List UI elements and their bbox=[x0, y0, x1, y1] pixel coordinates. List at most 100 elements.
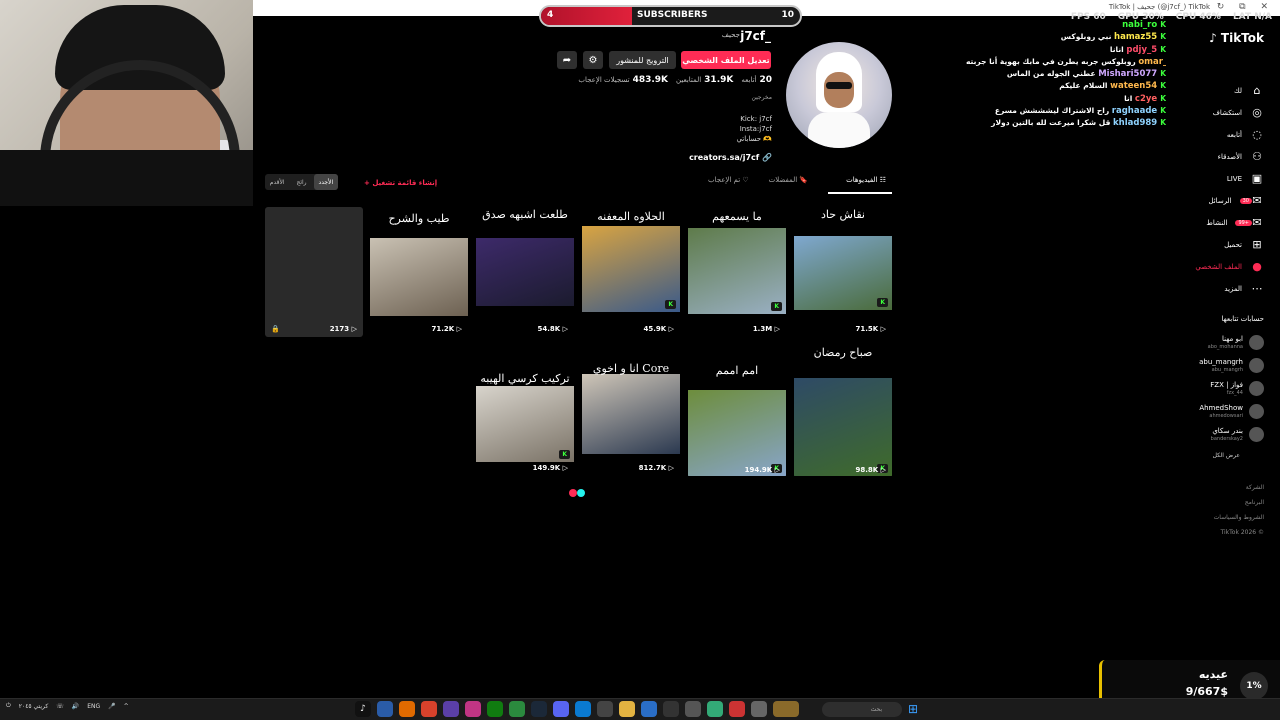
edit-profile-button[interactable]: تعديل الملف الشخصي bbox=[681, 51, 771, 69]
video-thumbnail bbox=[582, 374, 680, 454]
discord-icon[interactable] bbox=[553, 701, 569, 717]
avatar-glasses bbox=[826, 82, 852, 89]
tab-videos[interactable]: ☷ الفيديوهات bbox=[828, 176, 892, 194]
sidebar-item[interactable]: لك ⌂ bbox=[1154, 80, 1264, 102]
following-count[interactable]: 20أتابعه bbox=[741, 75, 772, 85]
phone-icon[interactable]: ☏ bbox=[56, 703, 64, 710]
tiktok-logo[interactable]: ♪ TikTok bbox=[1209, 31, 1264, 45]
sidebar-item[interactable]: النشاط 99+ ✉ bbox=[1154, 212, 1264, 234]
chevron-up-icon[interactable]: ^ bbox=[124, 703, 129, 710]
following-account[interactable]: بندر سكاي banderskay2 bbox=[1154, 423, 1264, 446]
chat-text: قل شكرا ميرعت لله بالتين دولار bbox=[991, 118, 1113, 128]
tab-favorites[interactable]: 🔖 المفضلات bbox=[769, 176, 808, 194]
video-caption: صباح رمضان bbox=[813, 346, 873, 359]
mic-icon[interactable]: 🎤 bbox=[108, 703, 115, 710]
account-name: AhmedShow bbox=[1199, 403, 1243, 412]
lock-icon: 🔒 bbox=[271, 325, 280, 333]
see-all-link[interactable]: عرض الكل bbox=[1213, 452, 1240, 459]
video-card[interactable]: تركيب كرسي الهيبه K 149.9K ▷ bbox=[476, 372, 574, 476]
obs-icon[interactable] bbox=[663, 701, 679, 717]
chat-text: السلام عليكم bbox=[1059, 81, 1111, 91]
language-indicator[interactable]: ENG bbox=[87, 703, 100, 710]
taskbar-search-input[interactable]: بحث bbox=[822, 702, 902, 717]
video-card[interactable]: ما يسمعهم K 1.3M ▷ bbox=[688, 210, 786, 337]
video-caption: نقاش حاد bbox=[821, 208, 865, 221]
video-caption: امم اممم bbox=[715, 364, 759, 377]
sidebar-item[interactable]: الأصدقاء ⚇ bbox=[1154, 146, 1264, 168]
sidebar-item[interactable]: تحميل ⊞ bbox=[1154, 234, 1264, 256]
sidebar-icon: ✉ bbox=[1252, 194, 1262, 207]
video-card[interactable]: الحلاوه المعفنه K 45.9K ▷ bbox=[582, 210, 680, 337]
following-title: حسابات تتابعها bbox=[1221, 315, 1264, 323]
sidebar-item[interactable]: LIVE ▣ bbox=[1154, 168, 1264, 190]
chat-username: omar_92777 bbox=[1138, 56, 1166, 67]
sort-popular[interactable]: رائج bbox=[289, 174, 313, 190]
video-caption: انا و اخوي Core bbox=[592, 362, 670, 375]
profile-display-name: جحيف bbox=[721, 31, 740, 39]
windows-start-icon[interactable]: ⊞ bbox=[908, 702, 922, 716]
settings-gear-icon[interactable]: ⚙ bbox=[583, 51, 603, 69]
promote-post-button[interactable]: الترويج للمنشور bbox=[609, 51, 676, 69]
chrome-icon[interactable] bbox=[421, 701, 437, 717]
sidebar-item[interactable]: أتابعه ◌ bbox=[1154, 124, 1264, 146]
xbox-icon[interactable] bbox=[487, 701, 503, 717]
video-card[interactable]: امم اممم K 194.9K ▷ bbox=[688, 364, 786, 478]
video-card[interactable]: انا و اخوي Core 812.7K ▷ bbox=[582, 362, 680, 476]
sidebar-item[interactable]: الملف الشخصي ● bbox=[1154, 256, 1264, 278]
volume-icon[interactable]: 🔊 bbox=[72, 703, 79, 710]
steam-icon[interactable] bbox=[531, 701, 547, 717]
following-account[interactable]: FZX | فواز fzx_44 bbox=[1154, 377, 1264, 400]
app-icon[interactable] bbox=[509, 701, 525, 717]
following-account[interactable]: abu_mangrh abu_mangrh bbox=[1154, 354, 1264, 377]
video-card[interactable]: طلعت اشبهه صدق 54.8K ▷ bbox=[476, 208, 574, 337]
donation-title: عيديه bbox=[1198, 668, 1228, 681]
video-views: 54.8K ▷ bbox=[537, 325, 568, 333]
profile-avatar[interactable] bbox=[786, 42, 892, 148]
folder-icon[interactable] bbox=[619, 701, 635, 717]
video-card[interactable]: صباح رمضان K 98.8K ▷ bbox=[794, 346, 892, 478]
create-playlist-button[interactable]: + إنشاء قائمة تشغيل bbox=[364, 179, 437, 187]
share-icon[interactable]: ➦ bbox=[557, 51, 577, 69]
video-card[interactable]: 🔒 2173 ▷ bbox=[265, 207, 363, 337]
edge-icon[interactable] bbox=[575, 701, 591, 717]
tiktok-app-icon[interactable]: ♪ bbox=[355, 701, 371, 717]
mail-icon[interactable] bbox=[641, 701, 657, 717]
power-icon[interactable]: ⏻ bbox=[6, 702, 11, 710]
video-card[interactable]: طيب والشرح 71.2K ▷ bbox=[370, 212, 468, 337]
footer-link[interactable]: الشركة bbox=[1214, 480, 1264, 495]
tab-liked[interactable]: ♡ تم الإعجاب bbox=[708, 176, 749, 194]
window-controls-icon[interactable]: ↻ ⧉ ✕ bbox=[1217, 2, 1274, 12]
footer-link[interactable]: البرنامج bbox=[1214, 495, 1264, 510]
app-icon[interactable] bbox=[443, 701, 459, 717]
footer-link[interactable]: الشروط والسياسات bbox=[1214, 510, 1264, 525]
app-icon[interactable] bbox=[597, 701, 613, 717]
chat-username: khlad989 bbox=[1113, 118, 1158, 129]
instagram-icon[interactable] bbox=[465, 701, 481, 717]
app-icon[interactable] bbox=[751, 701, 767, 717]
sort-newest[interactable]: الأجدد bbox=[313, 174, 338, 190]
chat-username: nabi_ro bbox=[1122, 20, 1158, 30]
profile-link[interactable]: creators.sa/j7cf 🔗 bbox=[689, 153, 772, 162]
sidebar-item[interactable]: الرسائل 30 ✉ bbox=[1154, 190, 1264, 212]
chat-text: نبي روبلوكس bbox=[1060, 32, 1115, 42]
video-caption: الحلاوه المعفنه bbox=[597, 210, 665, 223]
app-icon[interactable] bbox=[685, 701, 701, 717]
firefox-icon[interactable] bbox=[399, 701, 415, 717]
sort-oldest[interactable]: الأقدم bbox=[265, 174, 289, 190]
sidebar-item[interactable]: المزيد ⋯ bbox=[1154, 278, 1264, 300]
chat-message: nabi_ro K bbox=[966, 19, 1166, 31]
chat-text: انانا bbox=[1109, 44, 1127, 54]
followers-count[interactable]: 31.9Kالمتابعين bbox=[676, 75, 733, 85]
clock[interactable]: كريتي ٢٠٤٥ bbox=[19, 703, 48, 710]
following-account[interactable]: AhmedShow ahmedowsari bbox=[1154, 400, 1264, 423]
weather-icon[interactable] bbox=[773, 701, 799, 717]
video-card[interactable]: نقاش حاد K 71.5K ▷ bbox=[794, 208, 892, 337]
sidebar-item[interactable]: استكشاف ◎ bbox=[1154, 102, 1264, 124]
app-icon[interactable] bbox=[729, 701, 745, 717]
chat-message: قل شكرا ميرعت لله بالتين دولار khlad989 K bbox=[966, 117, 1166, 129]
tab-title[interactable]: TikTok | جحيف (@j7cf_) TikTok bbox=[1109, 3, 1210, 11]
app-icon[interactable] bbox=[707, 701, 723, 717]
app-icon[interactable] bbox=[377, 701, 393, 717]
bio-line: Insta:j7cf bbox=[739, 125, 772, 133]
following-account[interactable]: ابو مهنا abo_mohanna bbox=[1154, 331, 1264, 354]
